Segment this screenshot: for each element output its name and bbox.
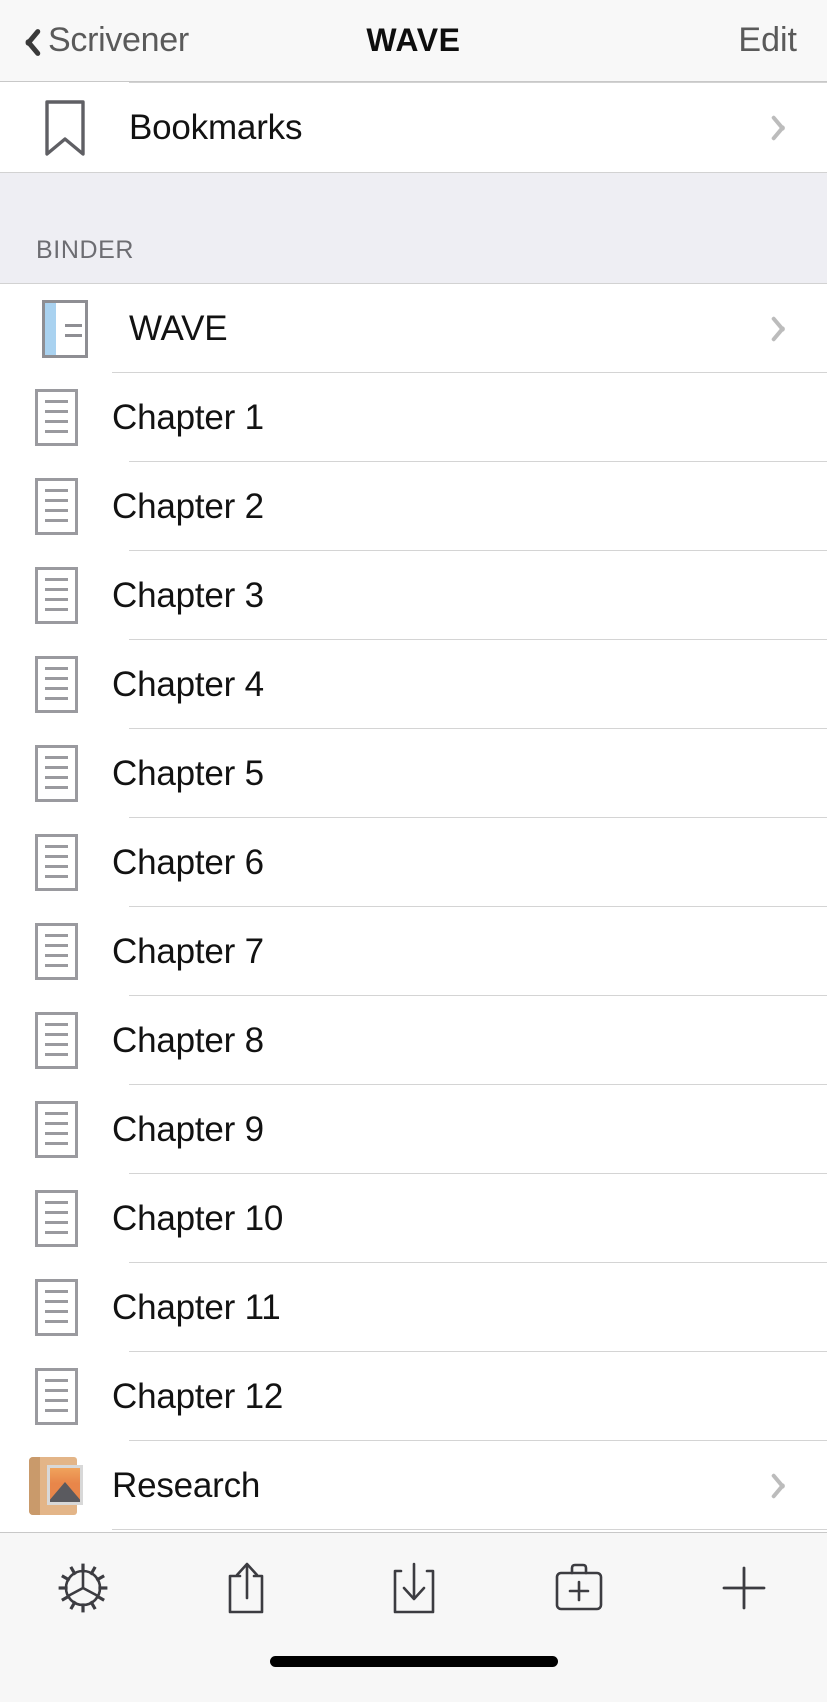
list-item-label: Bookmarks <box>129 107 303 147</box>
list-item-label: Chapter 11 <box>112 1287 281 1327</box>
add-button[interactable] <box>662 1533 827 1642</box>
bookmark-icon <box>0 99 129 157</box>
list-item-document[interactable]: Chapter 12 <box>0 1352 827 1441</box>
list-item-document[interactable]: Chapter 10 <box>0 1174 827 1263</box>
document-icon <box>0 656 112 713</box>
document-icon <box>0 1368 112 1425</box>
document-icon <box>0 834 112 891</box>
list-item-label: Chapter 6 <box>112 842 264 882</box>
document-icon <box>0 1190 112 1247</box>
document-icon <box>0 923 112 980</box>
plus-icon <box>722 1566 766 1609</box>
list-item-bookmarks[interactable]: Bookmarks <box>0 83 827 172</box>
bottom-toolbar <box>0 1532 827 1642</box>
section-header-binder: BINDER <box>0 172 827 284</box>
back-button-label: Scrivener <box>48 21 189 59</box>
list-item-document[interactable]: Chapter 2 <box>0 462 827 551</box>
new-folder-button[interactable] <box>496 1533 661 1642</box>
share-icon <box>228 1562 264 1613</box>
list-item-label: Chapter 12 <box>112 1376 284 1416</box>
list-item-document[interactable]: Chapter 7 <box>0 907 827 996</box>
import-icon <box>393 1562 434 1613</box>
row-separator <box>112 1529 827 1530</box>
document-icon <box>0 1101 112 1158</box>
settings-button[interactable] <box>0 1533 165 1642</box>
research-folder-photo-icon <box>0 1455 112 1517</box>
document-icon <box>0 1012 112 1069</box>
binder-list[interactable]: Bookmarks BINDER WAVE Chapter 1 Chapter 2… <box>0 82 827 1532</box>
edit-button[interactable]: Edit <box>738 21 827 60</box>
list-item-document[interactable]: Chapter 4 <box>0 640 827 729</box>
list-item-document[interactable]: Chapter 3 <box>0 551 827 640</box>
document-icon <box>0 478 112 535</box>
list-item-label: Chapter 5 <box>112 753 264 793</box>
list-item-label: WAVE <box>129 308 228 348</box>
list-item-label: Chapter 8 <box>112 1020 264 1060</box>
chapter-rows: Chapter 1 Chapter 2 Chapter 3 Chapter 4 Chap… <box>0 373 827 1441</box>
chevron-right-icon <box>777 1470 795 1502</box>
navigation-bar: Scrivener WAVE Edit <box>0 0 827 82</box>
list-item-document[interactable]: Chapter 8 <box>0 996 827 1085</box>
list-item-label: Chapter 1 <box>112 397 264 437</box>
list-item-document[interactable]: Chapter 5 <box>0 729 827 818</box>
document-icon <box>0 567 112 624</box>
chevron-right-icon <box>777 313 795 345</box>
list-item-label: Chapter 4 <box>112 664 264 704</box>
list-item-document[interactable]: Chapter 1 <box>0 373 827 462</box>
back-button[interactable]: Scrivener <box>0 21 189 60</box>
list-item-label: Research <box>112 1465 261 1505</box>
list-item-label: Chapter 9 <box>112 1109 264 1149</box>
list-item-document[interactable]: Chapter 6 <box>0 818 827 907</box>
list-item-label: Chapter 2 <box>112 486 264 526</box>
section-header-label: BINDER <box>36 236 135 264</box>
new-folder-icon <box>555 1563 603 1610</box>
import-button[interactable] <box>331 1533 496 1642</box>
document-icon <box>0 745 112 802</box>
home-indicator-area <box>0 1642 827 1702</box>
chevron-left-icon <box>18 23 40 59</box>
list-item-wave-root[interactable]: WAVE <box>0 284 827 373</box>
document-icon <box>0 389 112 446</box>
list-item-document[interactable]: Chapter 11 <box>0 1263 827 1352</box>
share-button[interactable] <box>165 1533 330 1642</box>
list-item-label: Chapter 10 <box>112 1198 284 1238</box>
binder-notebook-icon <box>0 299 129 358</box>
chevron-right-icon <box>777 112 795 144</box>
list-item-research[interactable]: Research <box>0 1441 827 1530</box>
list-item-label: Chapter 7 <box>112 931 264 971</box>
gear-icon <box>58 1563 108 1612</box>
list-item-label: Chapter 3 <box>112 575 264 615</box>
home-indicator[interactable] <box>269 1656 558 1667</box>
document-icon <box>0 1279 112 1336</box>
list-item-document[interactable]: Chapter 9 <box>0 1085 827 1174</box>
app-screen: Scrivener WAVE Edit Bookmarks BINDER WAV… <box>0 0 827 1702</box>
